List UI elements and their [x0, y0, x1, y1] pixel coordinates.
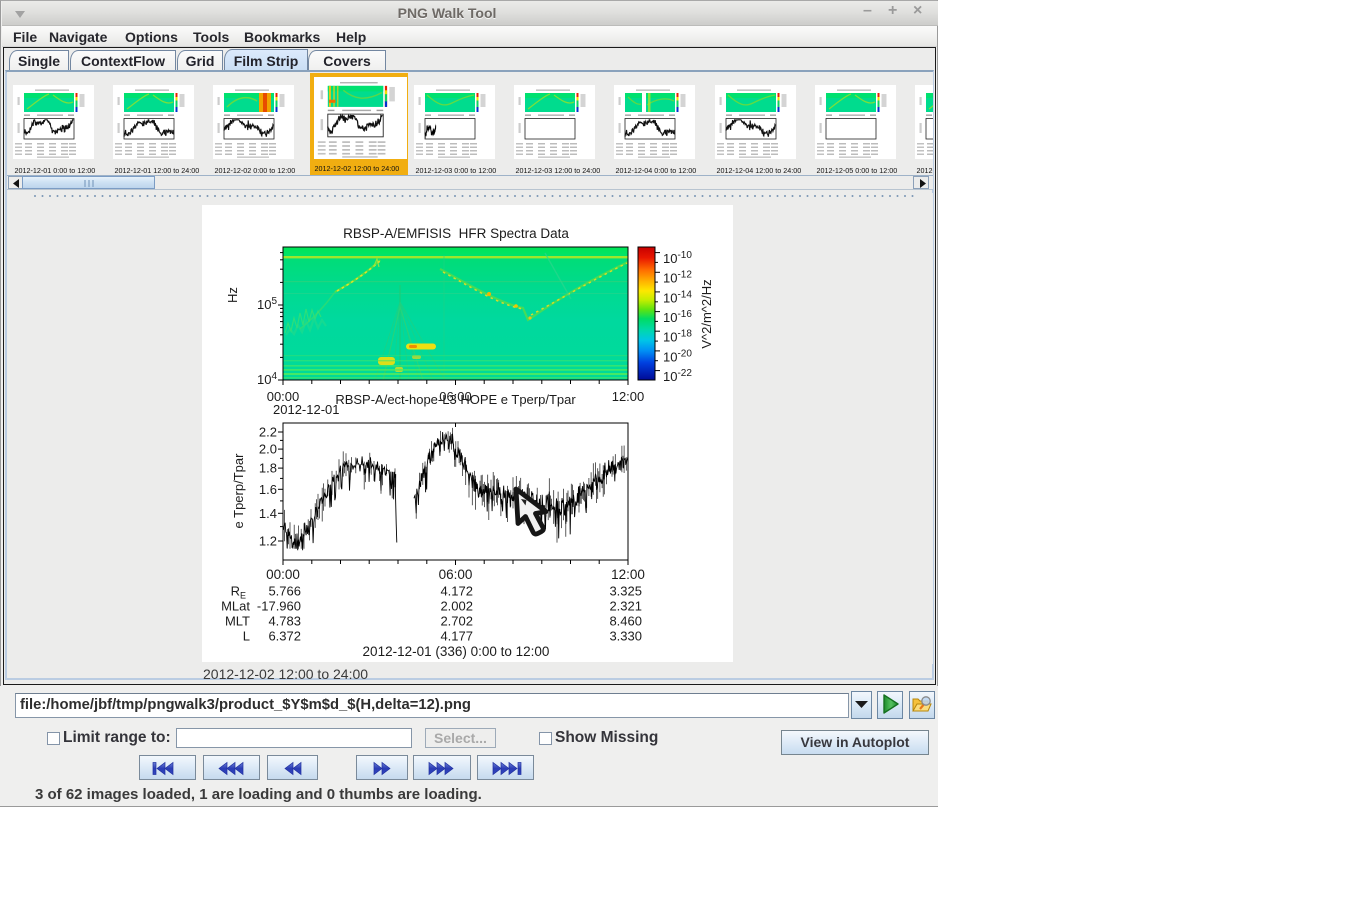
svg-text:10-10: 10-10 — [663, 250, 692, 266]
svg-text:4.172: 4.172 — [440, 584, 473, 599]
svg-text:2.702: 2.702 — [440, 614, 473, 629]
svg-text:4.177: 4.177 — [440, 629, 473, 644]
svg-text:1.2: 1.2 — [259, 534, 277, 549]
svg-text:2.2: 2.2 — [259, 425, 277, 440]
svg-text:00:00: 00:00 — [266, 567, 300, 582]
svg-text:L: L — [243, 629, 250, 644]
svg-text:06:00: 06:00 — [439, 567, 473, 582]
svg-text:12:00: 12:00 — [612, 389, 645, 404]
svg-text:10-20: 10-20 — [663, 348, 692, 364]
svg-text:4.783: 4.783 — [268, 614, 301, 629]
svg-text:3.325: 3.325 — [609, 584, 642, 599]
svg-text:1.6: 1.6 — [259, 482, 277, 497]
svg-text:1.4: 1.4 — [259, 506, 277, 521]
svg-text:6.372: 6.372 — [268, 629, 301, 644]
svg-text:RBSP-A/EMFISIS HFR Spectra Da: RBSP-A/EMFISIS HFR Spectra Data — [343, 226, 569, 241]
svg-text:MLT: MLT — [225, 614, 250, 629]
svg-text:8.460: 8.460 — [609, 614, 642, 629]
svg-text:MLat: MLat — [221, 599, 250, 614]
svg-text:RBSP-A/ect-hope-L3 HOPE e Tpe: RBSP-A/ect-hope-L3 HOPE e Tperp/Tpar — [335, 392, 576, 407]
svg-text:5.766: 5.766 — [268, 584, 301, 599]
svg-text:10-22: 10-22 — [663, 368, 692, 384]
svg-text:1.8: 1.8 — [259, 461, 277, 476]
svg-text:2012-12-01 (336) 0:00 to 12:00: 2012-12-01 (336) 0:00 to 12:00 — [363, 644, 550, 659]
svg-text:Hz: Hz — [225, 287, 240, 303]
svg-text:10-16: 10-16 — [663, 309, 692, 325]
svg-text:e Tperp/Tpar: e Tperp/Tpar — [231, 453, 246, 529]
svg-text:2.0: 2.0 — [259, 442, 277, 457]
svg-text:V^2/m^2/Hz: V^2/m^2/Hz — [699, 279, 714, 348]
svg-text:105: 105 — [257, 296, 277, 312]
svg-text:10-14: 10-14 — [663, 289, 692, 305]
svg-text:2.002: 2.002 — [440, 599, 473, 614]
svg-text:10-12: 10-12 — [663, 270, 692, 286]
svg-text:12:00: 12:00 — [611, 567, 645, 582]
svg-text:3.330: 3.330 — [609, 629, 642, 644]
svg-text:-17.960: -17.960 — [257, 599, 301, 614]
svg-text:2.321: 2.321 — [609, 599, 642, 614]
svg-text:2012-12-01: 2012-12-01 — [273, 402, 340, 417]
svg-text:104: 104 — [257, 371, 277, 387]
svg-text:10-18: 10-18 — [663, 329, 692, 345]
